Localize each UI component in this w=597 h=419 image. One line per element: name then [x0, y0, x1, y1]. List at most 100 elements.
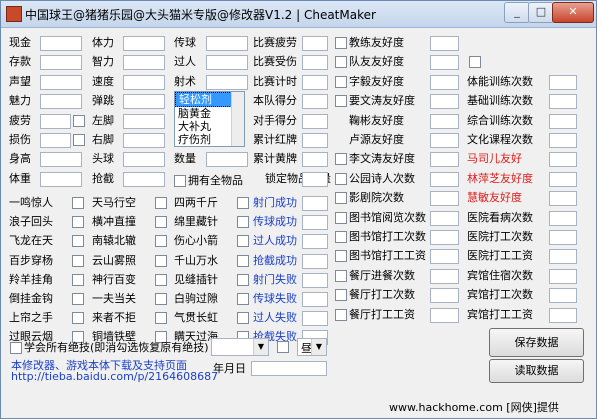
field-input[interactable] — [40, 152, 82, 167]
stat-input[interactable] — [302, 215, 328, 230]
stat-input[interactable] — [302, 234, 328, 249]
skill-checkbox[interactable] — [237, 235, 249, 247]
field-input[interactable] — [549, 230, 577, 245]
lock-checkbox[interactable] — [73, 134, 85, 146]
toggle-checkbox[interactable] — [335, 192, 347, 204]
field-input[interactable] — [430, 75, 459, 90]
skill-checkbox[interactable] — [237, 255, 249, 267]
skill-checkbox[interactable] — [155, 312, 167, 324]
toggle-checkbox[interactable] — [335, 231, 347, 243]
skill-checkbox[interactable] — [155, 293, 167, 305]
skill-checkbox[interactable] — [237, 197, 249, 209]
field-input[interactable] — [549, 114, 577, 129]
field-input[interactable] — [40, 133, 71, 148]
field-input[interactable] — [549, 172, 577, 187]
skill-checkbox[interactable] — [155, 255, 167, 267]
field-input[interactable] — [302, 36, 328, 51]
item-listbox[interactable]: 轻松剂 脑黄金 大补丸 疗伤剂 — [174, 91, 245, 147]
toggle-checkbox[interactable] — [335, 153, 347, 165]
minimize-button[interactable]: _ — [504, 2, 530, 23]
field-input[interactable] — [430, 308, 459, 323]
stat-input[interactable] — [302, 254, 328, 269]
toggle-checkbox[interactable] — [335, 37, 347, 49]
field-input[interactable] — [302, 94, 328, 109]
skill-checkbox[interactable] — [237, 216, 249, 228]
toggle-checkbox[interactable] — [335, 173, 347, 185]
learn-all-checkbox[interactable] — [10, 342, 22, 354]
field-input[interactable] — [302, 152, 328, 167]
field-input[interactable] — [430, 55, 459, 70]
field-input[interactable] — [549, 308, 577, 323]
skill-checkbox[interactable] — [72, 274, 84, 286]
field-input[interactable] — [430, 269, 459, 284]
field-input[interactable] — [549, 152, 577, 167]
footer-url-link[interactable]: http://tieba.baidu.com/p/2164608687 — [11, 370, 218, 383]
field-input[interactable] — [206, 75, 248, 90]
listbox-scrollbar[interactable] — [231, 92, 244, 146]
skill-combo[interactable]: ▼ — [211, 338, 269, 356]
lock-checkbox[interactable] — [73, 115, 85, 127]
field-input[interactable] — [549, 269, 577, 284]
skill-checkbox[interactable] — [237, 293, 249, 305]
field-input[interactable] — [430, 36, 459, 51]
field-input[interactable] — [549, 211, 577, 226]
time-checkbox[interactable] — [277, 341, 289, 353]
field-input[interactable] — [206, 55, 248, 70]
maximize-button[interactable]: □ — [528, 2, 554, 23]
toggle-checkbox[interactable] — [335, 309, 347, 321]
field-input[interactable] — [123, 94, 165, 109]
toggle-checkbox[interactable] — [335, 270, 347, 282]
skill-checkbox[interactable] — [237, 312, 249, 324]
time-combo[interactable]: 昼 ▼ — [297, 338, 327, 356]
all-items-checkbox[interactable] — [174, 175, 186, 187]
field-input[interactable] — [123, 114, 165, 129]
field-input[interactable] — [123, 36, 165, 51]
field-input[interactable] — [549, 133, 577, 148]
skill-checkbox[interactable] — [72, 312, 84, 324]
field-input[interactable] — [549, 75, 577, 90]
stat-input[interactable] — [302, 311, 328, 326]
field-input[interactable] — [302, 114, 328, 129]
field-input[interactable] — [40, 75, 82, 90]
field-input[interactable] — [123, 133, 165, 148]
stat-input[interactable] — [302, 292, 328, 307]
field-input[interactable] — [549, 249, 577, 264]
stat-input[interactable] — [302, 273, 328, 288]
skill-checkbox[interactable] — [155, 197, 167, 209]
field-input[interactable] — [123, 172, 165, 187]
field-input[interactable] — [549, 94, 577, 109]
toggle-checkbox[interactable] — [335, 56, 347, 68]
stat-input[interactable] — [302, 196, 328, 211]
skill-checkbox[interactable] — [155, 274, 167, 286]
toggle-checkbox[interactable] — [469, 56, 481, 68]
field-input[interactable] — [40, 114, 71, 129]
field-input[interactable] — [549, 288, 577, 303]
field-input[interactable] — [123, 75, 165, 90]
field-input[interactable] — [123, 55, 165, 70]
toggle-checkbox[interactable] — [335, 95, 347, 107]
field-input[interactable] — [430, 152, 459, 167]
field-input[interactable] — [430, 249, 459, 264]
field-input[interactable] — [40, 172, 82, 187]
save-data-button[interactable]: 保存数据 — [489, 328, 584, 357]
field-input[interactable] — [430, 133, 459, 148]
field-input[interactable] — [430, 94, 459, 109]
skill-checkbox[interactable] — [155, 235, 167, 247]
field-input[interactable] — [430, 191, 459, 206]
field-input[interactable] — [302, 133, 328, 148]
load-data-button[interactable]: 读取数据 — [489, 359, 584, 383]
field-input[interactable] — [430, 172, 459, 187]
toggle-checkbox[interactable] — [335, 250, 347, 262]
skill-checkbox[interactable] — [72, 235, 84, 247]
date-input[interactable] — [251, 361, 327, 376]
skill-checkbox[interactable] — [72, 255, 84, 267]
close-button[interactable]: ✕ — [552, 2, 594, 23]
field-input[interactable] — [549, 191, 577, 206]
field-input[interactable] — [40, 94, 82, 109]
skill-checkbox[interactable] — [72, 197, 84, 209]
skill-checkbox[interactable] — [155, 216, 167, 228]
field-input[interactable] — [40, 36, 82, 51]
skill-checkbox[interactable] — [72, 293, 84, 305]
field-input[interactable] — [302, 75, 328, 90]
field-input[interactable] — [123, 152, 165, 167]
